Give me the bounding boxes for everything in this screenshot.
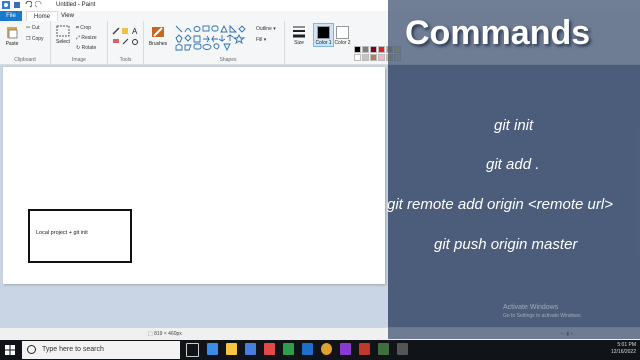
clock-time: 5:01 PM — [617, 342, 636, 348]
quick-access-toolbar — [2, 1, 43, 9]
copy-button[interactable]: ❐ Copy — [26, 36, 44, 42]
clipboard-group: Paste ✂ Cut ❐ Copy Clipboard — [0, 21, 51, 64]
brushes-label: Brushes — [148, 41, 168, 47]
app-icon[interactable] — [264, 343, 275, 355]
resize-button[interactable]: ⤢ Resize — [76, 35, 97, 41]
cut-label: Cut — [31, 25, 40, 31]
color-swatch[interactable] — [370, 46, 377, 53]
color2-label: Color 2 — [334, 40, 351, 46]
brush-icon — [152, 27, 164, 37]
shapes-group: Outline ▾ Fill ▾ Shapes — [172, 21, 285, 64]
paste-icon — [7, 27, 18, 39]
clipboard-group-label: Clipboard — [14, 57, 36, 63]
canvas-area[interactable]: Local project + git init — [0, 65, 388, 327]
image-group: Select ⌗ Crop ⤢ Resize ↻ Rotate Image — [51, 21, 108, 64]
rotate-button[interactable]: ↻ Rotate — [76, 45, 96, 51]
color2-swatch — [336, 26, 349, 39]
command-git-add: git add . — [486, 156, 540, 173]
color-swatch[interactable] — [362, 54, 369, 61]
color-swatch[interactable] — [370, 54, 377, 61]
watermark-line1: Activate Windows — [503, 304, 559, 311]
select-button[interactable]: Select — [53, 25, 73, 45]
taskbar-pinned-apps — [186, 343, 408, 357]
app-icon[interactable] — [340, 343, 351, 355]
color-swatch[interactable] — [354, 54, 361, 61]
shapes-gallery[interactable] — [174, 24, 252, 52]
color-swatch[interactable] — [354, 46, 361, 53]
tab-view[interactable]: View — [54, 11, 81, 21]
crop-button[interactable]: ⌗ Crop — [76, 25, 91, 31]
commands-title: Commands — [405, 14, 591, 52]
color-swatch[interactable] — [378, 54, 385, 61]
command-git-remote-add: git remote add origin <remote url> — [387, 196, 613, 213]
canvas-dimensions: 819 × 460px — [154, 331, 182, 337]
cut-button[interactable]: ✂ Cut — [26, 25, 39, 31]
brushes-button[interactable]: Brushes — [146, 25, 170, 47]
svg-text:A: A — [132, 27, 138, 36]
fill-label: Fill — [256, 37, 263, 43]
edge-icon[interactable] — [207, 343, 218, 355]
app-icon[interactable] — [283, 343, 294, 355]
app-icon[interactable] — [378, 343, 389, 355]
select-label: Select — [56, 39, 70, 45]
color1-button[interactable]: Color 1 — [313, 23, 334, 47]
tools-group-label: Tools — [119, 57, 132, 63]
clock-date: 12/16/2022 — [610, 349, 636, 355]
image-group-label: Image — [72, 57, 86, 63]
drawing-canvas[interactable]: Local project + git init — [3, 67, 385, 284]
command-git-init: git init — [494, 117, 534, 134]
size-button[interactable]: Size — [288, 24, 310, 46]
copy-label: Copy — [31, 36, 44, 42]
drawn-rectangle: Local project + git init — [28, 209, 132, 263]
shapes-group-label: Shapes — [219, 57, 237, 63]
chrome-icon[interactable] — [321, 343, 332, 355]
color-swatch[interactable] — [378, 46, 385, 53]
color-swatch[interactable] — [362, 46, 369, 53]
file-explorer-icon[interactable] — [226, 343, 237, 355]
fill-button[interactable]: Fill ▾ — [256, 37, 266, 43]
save-icon[interactable] — [13, 1, 21, 9]
tab-file[interactable]: File — [0, 11, 22, 21]
undo-icon[interactable] — [24, 1, 32, 9]
color1-swatch — [317, 26, 330, 39]
command-git-push: git push origin master — [434, 236, 578, 253]
outline-label: Outline — [256, 26, 272, 32]
color2-button[interactable]: Color 2 — [334, 24, 351, 46]
taskbar-search-box[interactable]: Type here to search — [22, 341, 180, 359]
resize-label: Resize — [81, 35, 97, 41]
terminal-icon[interactable] — [397, 343, 408, 355]
vscode-icon[interactable] — [302, 343, 313, 355]
window-title: Untitled - Paint — [56, 2, 96, 8]
crop-label: Crop — [80, 25, 92, 31]
outline-button[interactable]: Outline ▾ — [256, 26, 276, 32]
paste-button[interactable]: Paste — [3, 25, 21, 47]
windows-start-icon[interactable] — [0, 340, 20, 360]
rectangle-text: Local project + git init — [36, 230, 88, 236]
paint-app-icon — [2, 1, 10, 9]
size-label: Size — [294, 40, 304, 46]
rotate-label: Rotate — [81, 45, 97, 51]
tools-icons[interactable]: A — [111, 26, 141, 48]
watermark-line2: Go to Settings to activate Windows. — [503, 313, 582, 319]
redo-icon[interactable] — [35, 1, 43, 9]
color1-label: Color 1 — [315, 40, 332, 46]
select-icon — [56, 25, 70, 37]
search-placeholder: Type here to search — [42, 346, 104, 353]
task-view-icon[interactable] — [186, 343, 199, 357]
search-icon — [27, 345, 36, 354]
size-icon — [293, 26, 305, 38]
activate-windows-watermark: Activate Windows Go to Settings to activ… — [503, 304, 582, 320]
taskbar: Type here to search 5:01 PM 12/16/2022 — [0, 340, 640, 360]
system-tray-clock[interactable]: 5:01 PM 12/16/2022 — [611, 342, 636, 356]
paste-label: Paste — [5, 41, 19, 47]
canvas-size-indicator: ⬚ 819 × 460px — [148, 331, 182, 337]
tools-group: A Tools — [108, 21, 144, 64]
store-icon[interactable] — [245, 343, 256, 355]
app-icon[interactable] — [359, 343, 370, 355]
